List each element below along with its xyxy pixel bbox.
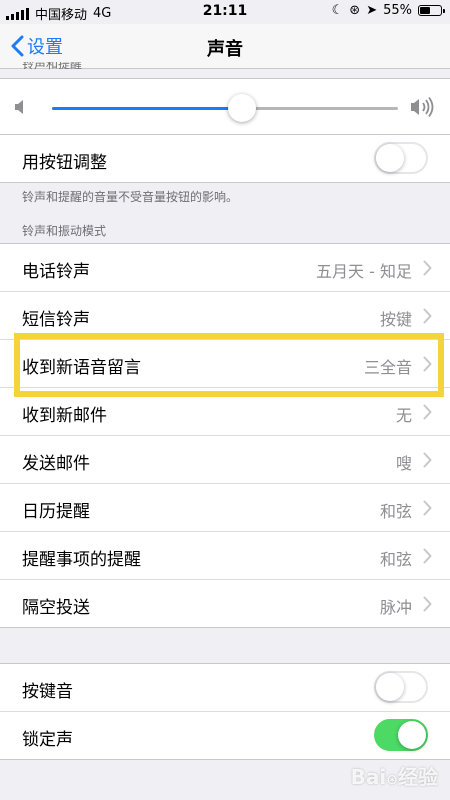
speaker-high-icon (411, 97, 434, 117)
ringer-section-header: 铃声和提醒 (22, 62, 83, 71)
button-adjust-footnote: 铃声和提醒的音量不受音量按钮的影响。 (22, 190, 239, 204)
chevron-right-icon (423, 500, 432, 516)
sound-row[interactable]: 收到新语音留言 三全音 (0, 340, 450, 388)
sound-row[interactable]: 收到新邮件 无 (0, 388, 450, 436)
button-adjust-row: 用按钮调整 (0, 135, 450, 182)
rotation-lock-icon: ⊛ (349, 3, 361, 18)
chevron-right-icon (423, 308, 432, 324)
sound-row-value: 和弦 (379, 550, 412, 569)
volume-slider[interactable] (52, 94, 398, 122)
volume-slider-thumb[interactable] (228, 94, 257, 122)
sound-row-value: 和弦 (379, 502, 412, 521)
sound-row-label: 收到新语音留言 (22, 358, 141, 378)
sound-row-value: 脉冲 (379, 598, 412, 617)
sound-row[interactable]: 日历提醒 和弦 (0, 484, 450, 532)
chevron-right-icon (423, 452, 432, 468)
sounds-list: 电话铃声 五月天 - 知足 短信铃声 按键 收到新语音留言 三全音 收到新邮件无发送邮件嗖日… (0, 243, 450, 628)
sound-row-label: 短信铃声 (22, 310, 90, 330)
sound-row-label: 提醒事项的提醒 (22, 550, 141, 570)
toggle-knob (376, 144, 404, 172)
button-adjust-label: 用按钮调整 (22, 153, 107, 173)
battery-percent: 55% (383, 3, 412, 18)
sound-row-value: 五月天 - 知足 (316, 262, 412, 281)
volume-slider-fill (52, 107, 243, 110)
sound-row-value: 无 (395, 406, 412, 425)
sound-row[interactable]: 电话铃声 五月天 - 知足 (0, 244, 450, 292)
sound-row[interactable]: 隔空投送 脉冲 (0, 580, 450, 627)
volume-slider-row (0, 78, 450, 138)
chevron-right-icon (423, 548, 432, 564)
status-bar: 中国移动 4G 21:11 ☾ ⊛ ➤ 55% (0, 0, 450, 24)
sound-row-value: 嗖 (395, 454, 412, 473)
sound-row[interactable]: 提醒事项的提醒 和弦 (0, 532, 450, 580)
sound-row-label: 收到新邮件 (22, 406, 107, 426)
moon-icon: ☾ (331, 3, 344, 18)
toggle-knob (398, 721, 426, 749)
sound-row-value: 三全音 (363, 358, 412, 377)
sound-row-label: 发送邮件 (22, 454, 90, 474)
toggle-row-label: 锁定声 (22, 730, 73, 750)
sound-row[interactable]: 短信铃声 按键 (0, 292, 450, 340)
sound-row[interactable]: 发送邮件 嗖 (0, 436, 450, 484)
keyboard-lock-group: 按键音 锁定声 (0, 663, 450, 760)
battery-icon (418, 5, 445, 16)
sound-row-value: 按键 (379, 310, 412, 329)
status-right: ☾ ⊛ ➤ 55% (331, 3, 445, 18)
sound-row-label: 隔空投送 (22, 598, 90, 618)
watermark-logo: Bai⊛经验 (350, 765, 438, 789)
chevron-right-icon (423, 596, 432, 612)
chevron-right-icon (423, 260, 432, 276)
chevron-right-icon (423, 356, 432, 372)
toggle-switch[interactable] (374, 719, 428, 751)
toggle-switch[interactable] (374, 671, 428, 703)
toggle-row-label: 按键音 (22, 682, 73, 702)
toggle-row: 按键音 (0, 664, 450, 712)
button-adjust-toggle[interactable] (374, 142, 428, 174)
battery-fill (420, 7, 431, 14)
toggle-knob (376, 673, 404, 701)
button-adjust-group: 用按钮调整 (0, 134, 450, 183)
sound-row-label: 日历提醒 (22, 502, 90, 522)
location-icon: ➤ (366, 3, 378, 18)
sounds-section-header: 铃声和振动模式 (22, 224, 107, 238)
chevron-right-icon (423, 404, 432, 420)
speaker-low-icon (15, 100, 23, 114)
page-title: 声音 (207, 39, 243, 60)
sound-row-label: 电话铃声 (22, 262, 90, 282)
toggle-row: 锁定声 (0, 712, 450, 759)
